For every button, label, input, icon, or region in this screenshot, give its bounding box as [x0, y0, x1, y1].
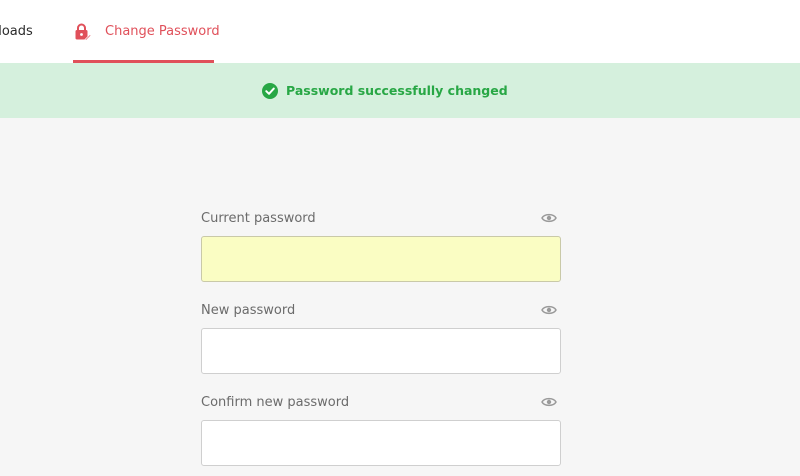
current-password-field: Current password: [201, 200, 561, 292]
current-password-label: Current password: [201, 211, 316, 226]
change-password-form: Current password New password Confirm ne…: [201, 200, 561, 476]
tab-change-password[interactable]: Change Password: [73, 0, 220, 63]
success-message: Password successfully changed: [286, 83, 508, 98]
check-circle-icon: [262, 82, 278, 99]
current-password-input[interactable]: [201, 236, 561, 282]
top-navigation: nloads Change Password: [0, 0, 800, 63]
new-password-field: New password: [201, 292, 561, 384]
tab-downloads-label: nloads: [0, 24, 33, 39]
eye-icon[interactable]: [541, 303, 557, 317]
tab-downloads[interactable]: nloads: [0, 0, 33, 63]
eye-icon[interactable]: [541, 395, 557, 409]
confirm-password-field: Confirm new password: [201, 384, 561, 476]
lock-edit-icon: [73, 23, 91, 41]
new-password-input[interactable]: [201, 328, 561, 374]
confirm-password-label: Confirm new password: [201, 395, 350, 410]
new-password-label: New password: [201, 303, 296, 318]
eye-icon[interactable]: [541, 211, 557, 225]
confirm-password-input[interactable]: [201, 420, 561, 466]
tab-change-password-label: Change Password: [105, 24, 220, 39]
success-banner: Password successfully changed: [0, 63, 800, 118]
